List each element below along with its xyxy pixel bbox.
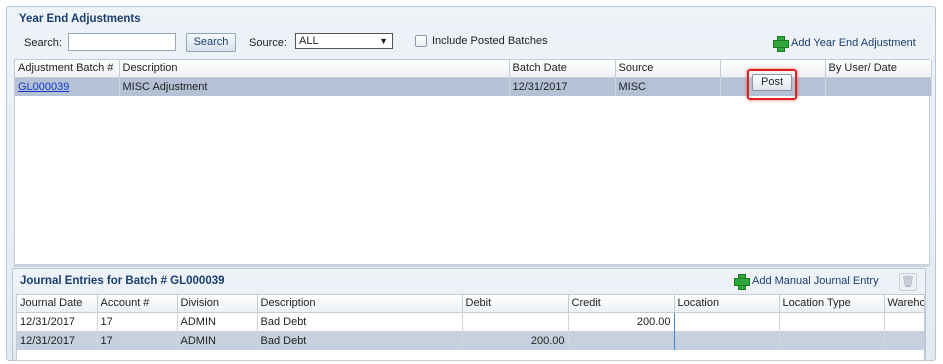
col-source[interactable]: Source — [615, 60, 721, 78]
warehouse-cell — [884, 331, 924, 350]
col-division[interactable]: Division — [177, 295, 258, 313]
by-user-cell — [825, 77, 932, 96]
division-cell: ADMIN — [177, 331, 258, 350]
col-description[interactable]: Description — [119, 60, 510, 78]
account-cell: 17 — [97, 331, 178, 350]
panel-title: Year End Adjustments — [19, 13, 141, 25]
source-select[interactable]: ALL ▼ — [295, 33, 393, 49]
location-cell — [674, 331, 780, 350]
debit-cell — [462, 312, 569, 331]
chevron-down-icon: ▼ — [379, 36, 388, 46]
warehouse-cell — [884, 312, 924, 331]
search-button[interactable]: Search — [186, 33, 236, 52]
add-year-end-adjustment-button[interactable]: Add Year End Adjustment — [773, 36, 916, 52]
col-adjustment-batch[interactable]: Adjustment Batch # — [15, 60, 120, 78]
debit-cell: 200.00 — [462, 331, 569, 350]
location-type-cell — [779, 331, 885, 350]
col-account[interactable]: Account # — [97, 295, 178, 313]
batch-number-cell: GL000039 — [15, 77, 120, 96]
source-label: Source: — [249, 37, 287, 49]
add-manual-journal-entry-button[interactable]: Add Manual Journal Entry — [734, 274, 879, 290]
account-cell: 17 — [97, 312, 178, 331]
batch-number-link[interactable]: GL000039 — [18, 81, 69, 93]
post-button[interactable]: Post — [752, 74, 792, 91]
search-label: Search: — [24, 37, 62, 49]
location-cell — [674, 312, 780, 331]
col-credit[interactable]: Credit — [568, 295, 675, 313]
journal-description-cell: Bad Debt — [257, 312, 463, 331]
credit-cell — [568, 331, 675, 350]
table-row[interactable]: 12/31/2017 17 ADMIN Bad Debt 200.00 — [17, 331, 924, 350]
col-batch-date[interactable]: Batch Date — [509, 60, 616, 78]
add-year-end-adjustment-label: Add Year End Adjustment — [791, 37, 916, 49]
source-cell: MISC — [615, 77, 721, 96]
plus-icon — [773, 36, 789, 52]
batch-date-cell: 12/31/2017 — [509, 77, 616, 96]
credit-cell: 200.00 — [568, 312, 675, 331]
journal-date-cell: 12/31/2017 — [17, 331, 98, 350]
journal-description-cell: Bad Debt — [257, 331, 463, 350]
col-debit[interactable]: Debit — [462, 295, 569, 313]
journal-entries-grid: Journal Date Account # Division Descript… — [16, 294, 925, 361]
trash-icon[interactable]: 🗑 — [899, 273, 917, 291]
add-manual-journal-entry-label: Add Manual Journal Entry — [752, 275, 879, 287]
journal-title: Journal Entries for Batch # GL000039 — [20, 275, 225, 287]
division-cell: ADMIN — [177, 312, 258, 331]
description-cell: MISC Adjustment — [119, 77, 510, 96]
col-journal-date[interactable]: Journal Date — [17, 295, 98, 313]
source-select-value: ALL — [299, 35, 319, 47]
panel-splitter[interactable] — [14, 264, 929, 267]
search-input[interactable] — [68, 33, 176, 51]
include-posted-label: Include Posted Batches — [432, 35, 548, 47]
col-location[interactable]: Location — [674, 295, 780, 313]
post-button-highlight: Post — [747, 69, 797, 100]
col-warehouse[interactable]: Warehou — [884, 295, 924, 313]
col-by-user-date[interactable]: By User/ Date — [825, 60, 932, 78]
col-journal-description[interactable]: Description — [257, 295, 463, 313]
col-location-type[interactable]: Location Type — [779, 295, 885, 313]
plus-icon — [734, 274, 750, 290]
search-row: Search: Search Source: ALL ▼ Include Pos… — [15, 33, 927, 55]
include-posted-checkbox[interactable] — [415, 35, 427, 47]
table-row[interactable]: 12/31/2017 17 ADMIN Bad Debt 200.00 — [17, 312, 924, 331]
journal-header-row: Journal Date Account # Division Descript… — [17, 295, 924, 313]
location-type-cell — [779, 312, 885, 331]
journal-date-cell: 12/31/2017 — [17, 312, 98, 331]
